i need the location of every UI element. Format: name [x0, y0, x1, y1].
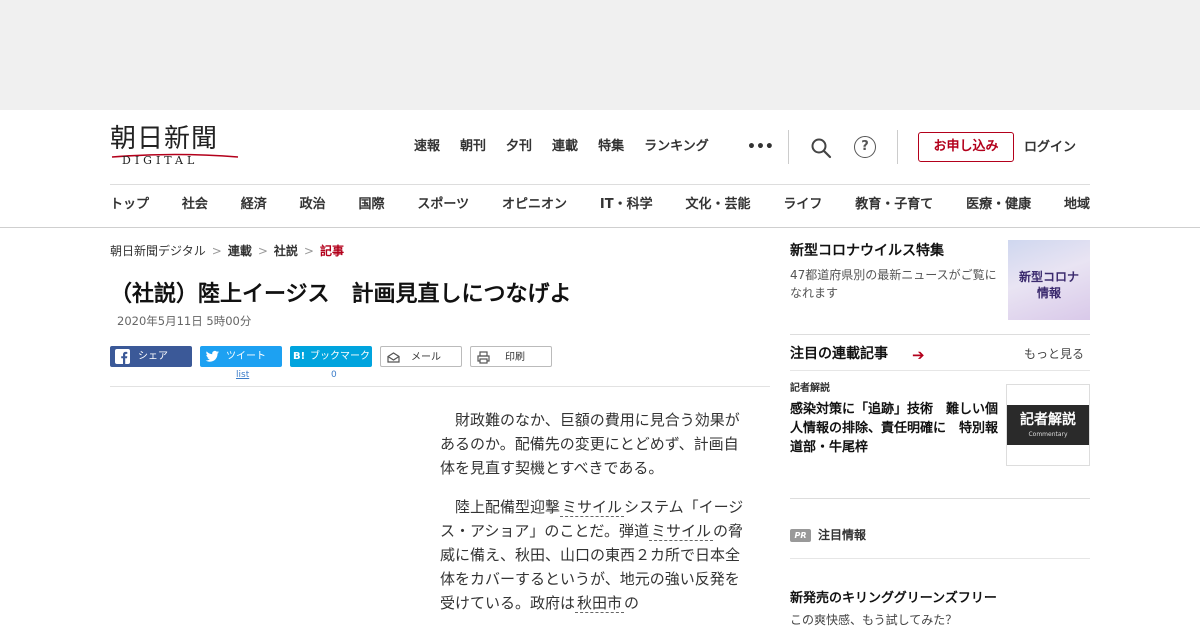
breadcrumb-separator: >	[303, 244, 314, 258]
article-paragraph: 財政難のなか、巨額の費用に見合う効果があるのか。配備先の変更にとどめず、計画自体…	[440, 411, 740, 477]
hatena-bookmark-label: ブックマーク	[310, 351, 370, 362]
keyword-link-akita[interactable]: 秋田市	[575, 594, 625, 613]
article-divider	[110, 386, 770, 387]
breadcrumb-home[interactable]: 朝日新聞デジタル	[110, 244, 206, 258]
nav-item-breaking[interactable]: 速報	[414, 138, 440, 156]
see-more-link[interactable]: もっと見る	[1024, 346, 1084, 362]
nav-item-morning[interactable]: 朝刊	[460, 138, 486, 156]
category-life[interactable]: ライフ	[783, 196, 822, 214]
keyword-link-missile[interactable]: ミサイル	[560, 498, 625, 517]
article-body: 財政難のなか、巨額の費用に見合う効果があるのか。配備先の変更にとどめず、計画自体…	[440, 408, 750, 630]
mail-share-button[interactable]: メール	[380, 346, 462, 367]
logo-kanji: 朝日新聞	[110, 124, 219, 154]
pr-section-label: 注目情報	[818, 528, 867, 542]
commentary-badge: 記者解説 Commentary	[1007, 405, 1089, 445]
sidebar-divider	[790, 558, 1090, 559]
print-icon	[477, 351, 490, 364]
commentary-badge-subtitle: Commentary	[1028, 431, 1068, 438]
mail-share-label: メール	[411, 352, 441, 363]
ad-banner-area	[0, 0, 1200, 110]
category-economy[interactable]: 経済	[241, 196, 267, 214]
header-divider	[788, 130, 789, 164]
sidebar-divider	[790, 370, 1090, 371]
subscribe-button[interactable]: お申し込み	[918, 132, 1014, 162]
nav-item-series[interactable]: 連載	[552, 138, 578, 156]
hatena-bookmark-button[interactable]: B! ブックマーク	[290, 346, 372, 367]
category-region[interactable]: 地域	[1064, 196, 1090, 214]
sidebar-divider	[790, 498, 1090, 499]
article-paragraph: 陸上配備型迎撃 ミサイル システム「イージス・アショア」のことだ。弾道 ミサイル の脅威…	[440, 495, 750, 615]
site-header: 朝日新聞 DIGITAL 速報 朝刊 夕刊 連載 特集 ランキング ••• ? …	[0, 110, 1200, 228]
article-date: 2020年5月11日 5時00分	[117, 314, 252, 328]
breadcrumb-current: 記事	[319, 244, 344, 258]
facebook-icon	[115, 349, 130, 364]
category-culture[interactable]: 文化・芸能	[685, 196, 750, 214]
hatena-bookmark-icon: B!	[293, 351, 306, 362]
breadcrumb-separator: >	[257, 244, 268, 258]
category-politics[interactable]: 政治	[300, 196, 326, 214]
twitter-bird-icon	[205, 350, 219, 362]
pr-item-text: この爽快感、もう試してみた？	[790, 613, 958, 627]
nav-item-features[interactable]: 特集	[598, 138, 624, 156]
mail-icon	[387, 352, 400, 363]
facebook-share-button[interactable]: シェア	[110, 346, 192, 367]
print-label: 印刷	[505, 352, 525, 363]
facebook-share-label: シェア	[138, 351, 168, 362]
series-item-tag: 記者解説	[790, 383, 830, 394]
arrow-right-icon: ➔	[912, 346, 925, 364]
nav-item-evening[interactable]: 夕刊	[506, 138, 532, 156]
site-logo[interactable]: 朝日新聞 DIGITAL	[110, 124, 242, 168]
category-health[interactable]: 医療・健康	[966, 196, 1031, 214]
twitter-share-label: ツイート	[226, 351, 266, 362]
twitter-share-button[interactable]: ツイート	[200, 346, 282, 367]
print-button[interactable]: 印刷	[470, 346, 552, 367]
featured-series-title: 注目の連載記事	[790, 346, 888, 362]
breadcrumb: 朝日新聞デジタル > 連載 > 社説 > 記事	[110, 243, 344, 259]
breadcrumb-series[interactable]: 連載	[228, 244, 252, 258]
hatena-bookmark-count: 0	[331, 370, 337, 380]
breadcrumb-editorial[interactable]: 社説	[274, 244, 298, 258]
login-link[interactable]: ログイン	[1024, 139, 1076, 157]
corona-feature-thumbnail[interactable]: 新型コロナ 情報	[1008, 240, 1090, 320]
search-icon[interactable]	[810, 137, 832, 159]
category-international[interactable]: 国際	[359, 196, 385, 214]
series-item-title[interactable]: 感染対策に「追跡」技術 難しい個人情報の排除、責任明確に 特別報道部・牛尾梓	[790, 400, 1002, 457]
help-icon[interactable]: ?	[854, 136, 876, 158]
pr-badge: PR	[790, 529, 811, 542]
nav-divider	[110, 184, 1090, 185]
article-text: の	[624, 594, 640, 612]
keyword-link-missile[interactable]: ミサイル	[648, 522, 713, 541]
category-sports[interactable]: スポーツ	[417, 196, 469, 214]
category-opinion[interactable]: オピニオン	[502, 196, 567, 214]
sidebar-divider	[790, 334, 1090, 335]
global-nav: 速報 朝刊 夕刊 連載 特集 ランキング	[414, 138, 729, 156]
pr-item-title[interactable]: 新発売のキリンググリーンズフリー	[790, 590, 997, 608]
category-top[interactable]: トップ	[110, 196, 149, 214]
more-menu-icon[interactable]: •••	[747, 138, 774, 156]
nav-item-ranking[interactable]: ランキング	[644, 138, 709, 156]
header-divider	[897, 130, 898, 164]
corona-feature-title[interactable]: 新型コロナウイルス特集	[790, 241, 944, 261]
commentary-badge-title: 記者解説	[1020, 412, 1076, 428]
category-it-science[interactable]: IT・科学	[600, 196, 653, 214]
breadcrumb-separator: >	[211, 244, 222, 258]
article-title: （社説）陸上イージス 計画見直しにつなげよ	[110, 282, 572, 307]
corona-thumb-line2: 情報	[1036, 286, 1061, 300]
category-nav: トップ 社会 経済 政治 国際 スポーツ オピニオン IT・科学 文化・芸能 ラ…	[110, 196, 1090, 214]
article-text: 陸上配備型迎撃	[455, 498, 561, 516]
twitter-count-link[interactable]: list	[236, 369, 249, 381]
series-item-thumbnail[interactable]: 記者解説 Commentary	[1006, 384, 1090, 466]
logo-digital: DIGITAL	[122, 154, 199, 167]
corona-feature-text: 47都道府県別の最新ニュースがご覧になれます	[790, 268, 997, 300]
category-education[interactable]: 教育・子育て	[855, 196, 933, 214]
corona-thumb-line1: 新型コロナ	[1018, 270, 1079, 284]
category-society[interactable]: 社会	[182, 196, 208, 214]
